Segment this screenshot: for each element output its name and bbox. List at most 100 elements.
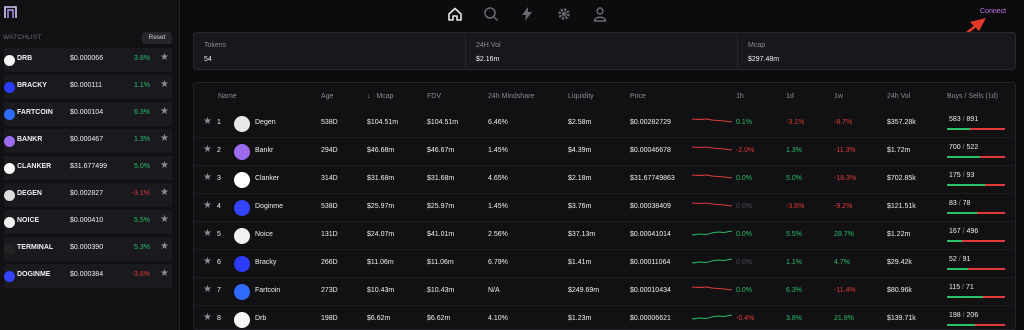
col-header-mindshare[interactable]: 24h Mindshare: [488, 93, 534, 100]
token-avatar: [234, 256, 250, 272]
col-header-name[interactable]: Name: [218, 93, 237, 100]
bolt-icon[interactable]: [519, 6, 535, 22]
star-icon[interactable]: ★: [203, 172, 212, 183]
token-name[interactable]: Bankr: [255, 147, 273, 154]
token-avatar: [234, 172, 250, 188]
col-header-mcap-label: Mcap: [376, 93, 394, 100]
age: 198D: [321, 315, 338, 322]
mcap: $11.06m: [367, 259, 394, 266]
change-1d: 6.3%: [786, 287, 802, 294]
fdv: $41.01m: [427, 231, 455, 238]
watchlist-item[interactable]: TERMINAL $0.000390 5.3% ★: [4, 237, 172, 261]
col-header-age[interactable]: Age: [321, 93, 333, 100]
watchlist-item[interactable]: DEGEN $0.002827 -3.1% ★: [4, 183, 172, 207]
star-icon[interactable]: ★: [160, 52, 169, 63]
watchlist-price: $0.000066: [70, 55, 104, 62]
change-1d: 5.5%: [786, 231, 802, 238]
col-header-price[interactable]: Price: [630, 93, 646, 100]
star-icon[interactable]: ★: [160, 214, 169, 225]
mcap: $25.97m: [367, 203, 395, 210]
sells-count: 522: [966, 144, 979, 151]
watchlist-item[interactable]: CLANKER $31.677499 5.0% ★: [4, 156, 172, 180]
watchlist-symbol: BRACKY: [17, 82, 47, 89]
table-row[interactable]: ★ 7 Fartcoin 273D $10.43m $10.43m N/A $249.69m $…: [194, 278, 1015, 306]
star-icon[interactable]: ★: [203, 228, 212, 239]
star-icon[interactable]: ★: [160, 241, 169, 252]
stat-label: Tokens: [204, 42, 227, 49]
change-1d: 1.1%: [786, 259, 802, 266]
table-row[interactable]: ★ 5 Noice 131D $24.07m $41.01m 2.56% $37.13m $0.…: [194, 222, 1015, 250]
star-icon[interactable]: ★: [160, 187, 169, 198]
price: $0.00282729: [630, 119, 671, 126]
stat-value: $2.16m: [476, 56, 500, 63]
star-icon[interactable]: ★: [203, 116, 212, 127]
star-icon[interactable]: ★: [203, 284, 212, 295]
watchlist-price: $0.000410: [70, 217, 104, 224]
token-name[interactable]: Fartcoin: [255, 287, 280, 294]
liquidity: $2.18m: [568, 175, 592, 182]
star-icon[interactable]: ★: [203, 312, 212, 323]
star-icon[interactable]: ★: [160, 268, 169, 279]
settings-icon[interactable]: [556, 6, 572, 22]
star-icon[interactable]: ★: [160, 106, 169, 117]
star-icon[interactable]: ★: [203, 200, 212, 211]
stat-label: 24H Vol: [476, 42, 501, 49]
col-header-24h-vol[interactable]: 24h Vol: [887, 93, 910, 100]
token-name[interactable]: Bracky: [255, 259, 276, 266]
buys-count: 175: [949, 172, 961, 179]
token-name[interactable]: Doginme: [255, 203, 283, 210]
buy-sell-ratio-bar: [947, 184, 1005, 186]
watchlist-item[interactable]: BRACKY $0.000111 1.1% ★: [4, 75, 172, 99]
search-icon[interactable]: [483, 6, 499, 22]
change-1w: -9.2%: [834, 203, 853, 210]
sort-desc-icon: ↓: [367, 93, 371, 100]
home-icon[interactable]: [447, 6, 463, 22]
table-row[interactable]: ★ 2 Bankr 294D $46.68m $46.67m 1.45% $4.39m $0.0…: [194, 138, 1015, 166]
col-header-liquidity[interactable]: Liquidity: [568, 93, 594, 100]
token-name[interactable]: Noice: [255, 231, 273, 238]
sparkline-chart: [692, 146, 732, 151]
token-name[interactable]: Drb: [255, 315, 266, 322]
col-header-1w[interactable]: 1w: [834, 93, 843, 100]
reset-button[interactable]: Reset: [142, 32, 172, 44]
watchlist-item[interactable]: FARTCOIN $0.000104 6.3% ★: [4, 102, 172, 126]
col-header-buys-sells[interactable]: Buys / Sells (1d): [947, 93, 998, 100]
col-header-1d[interactable]: 1d: [786, 93, 794, 100]
table-row[interactable]: ★ 3 Clanker 314D $31.68m $31.68m 4.65% $2.18m $3…: [194, 166, 1015, 194]
col-header-mcap[interactable]: ↓ Mcap: [367, 93, 393, 100]
change-1h: -0.4%: [736, 315, 755, 322]
star-icon[interactable]: ★: [160, 160, 169, 171]
rank: 5: [217, 231, 221, 238]
mindshare: 1.45%: [488, 203, 508, 210]
change-1h: 0.0%: [736, 175, 752, 182]
volume-24h: $121.51k: [887, 203, 916, 210]
mindshare: 1.45%: [488, 147, 508, 154]
watchlist-item[interactable]: DRB $0.000066 3.8% ★: [4, 48, 172, 72]
app-logo-icon[interactable]: [4, 5, 18, 19]
star-icon[interactable]: ★: [203, 144, 212, 155]
watchlist-change: 5.0%: [134, 163, 150, 170]
stat-label: Mcap: [748, 42, 766, 49]
mcap: $10.43m: [367, 287, 395, 294]
token-name[interactable]: Clanker: [255, 175, 279, 182]
user-icon[interactable]: [592, 6, 608, 22]
star-icon[interactable]: ★: [160, 79, 169, 90]
star-icon[interactable]: ★: [203, 256, 212, 267]
token-icon: [4, 271, 15, 282]
watchlist-price: $0.000104: [70, 109, 104, 116]
col-header-1h[interactable]: 1h: [736, 93, 744, 100]
table-row[interactable]: ★ 6 Bracky 266D $11.06m $11.06m 6.79% $1.41m $0.…: [194, 250, 1015, 278]
watchlist-symbol: DRB: [17, 55, 33, 62]
token-name[interactable]: Degen: [255, 119, 276, 126]
table-row[interactable]: ★ 4 Doginme 538D $25.97m $25.97m 1.45% $3.76m $0…: [194, 194, 1015, 222]
watchlist-item[interactable]: DOGINME $0.000384 -3.6% ★: [4, 264, 172, 288]
change-1w: -11.4%: [834, 287, 856, 294]
table-row[interactable]: ★ 1 Degen 538D $104.51m $104.51m 6.46% $2.58m $0…: [194, 110, 1015, 138]
watchlist-item[interactable]: NOICE $0.000410 5.5% ★: [4, 210, 172, 234]
table-row[interactable]: ★ 8 Drb 198D $6.62m $6.62m 4.10% $1.23m $0.00006…: [194, 306, 1015, 330]
col-header-fdv[interactable]: FDV: [427, 93, 441, 100]
star-icon[interactable]: ★: [160, 133, 169, 144]
watchlist-item[interactable]: BANKR $0.000467 1.3% ★: [4, 129, 172, 153]
watchlist-change: -3.1%: [131, 190, 150, 197]
change-1d: 5.0%: [786, 175, 802, 182]
